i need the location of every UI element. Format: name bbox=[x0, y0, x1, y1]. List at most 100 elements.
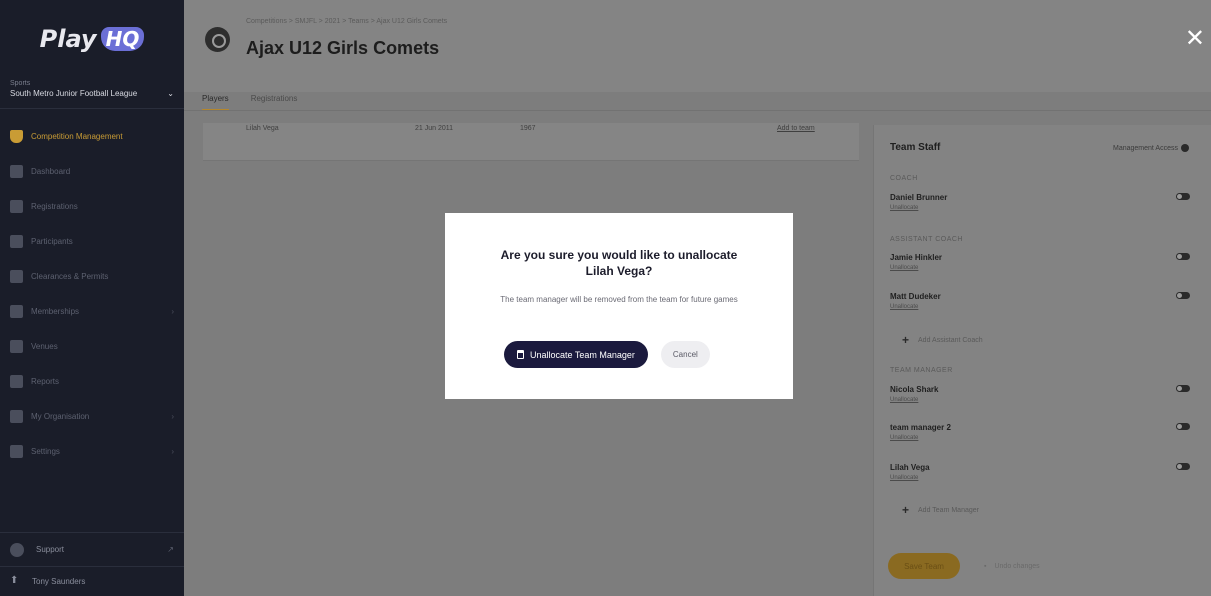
help-icon bbox=[10, 542, 24, 557]
add-assistant-coach-button[interactable]: + Add Assistant Coach bbox=[902, 333, 983, 347]
sidebar-item-my-organisation[interactable]: My Organisation › bbox=[0, 399, 184, 434]
unallocate-link[interactable]: Unallocate bbox=[890, 265, 1190, 271]
external-link-icon: ↗ bbox=[167, 545, 174, 554]
player-dob: 21 Jun 2011 bbox=[415, 125, 454, 132]
access-toggle[interactable] bbox=[1176, 423, 1190, 430]
support-label: Support bbox=[36, 545, 65, 554]
dialog-title-line1: Are you sure you would like to unallocat… bbox=[500, 248, 738, 262]
sidebar-item-registrations[interactable]: Registrations bbox=[0, 189, 184, 224]
sidebar-item-label: Participants bbox=[31, 237, 73, 246]
unallocate-link[interactable]: Unallocate bbox=[890, 205, 1190, 211]
sidebar-item-label: Clearances & Permits bbox=[31, 272, 109, 281]
user-menu[interactable]: ⬆ Tony Saunders bbox=[0, 566, 184, 596]
page-title: Ajax U12 Girls Comets bbox=[246, 38, 440, 58]
chevron-right-icon: › bbox=[171, 307, 174, 316]
chevron-right-icon: › bbox=[171, 447, 174, 456]
sidebar-item-participants[interactable]: Participants bbox=[0, 224, 184, 259]
org-label: Sports bbox=[10, 80, 31, 87]
staff-actions: Save Team ▪ Undo changes bbox=[888, 553, 1040, 579]
dashboard-icon bbox=[10, 165, 23, 178]
player-number: 1967 bbox=[520, 125, 536, 132]
sidebar-item-reports[interactable]: Reports bbox=[0, 364, 184, 399]
unallocate-link[interactable]: Unallocate bbox=[890, 304, 1190, 310]
unallocate-link[interactable]: Unallocate bbox=[890, 475, 1190, 481]
sidebar-footer: Support ↗ ⬆ Tony Saunders bbox=[0, 532, 184, 596]
staff-member: Nicola Shark Unallocate bbox=[890, 385, 1190, 403]
support-link[interactable]: Support ↗ bbox=[0, 532, 184, 566]
add-label: Add Team Manager bbox=[918, 506, 979, 514]
user-icon: ⬆ bbox=[10, 574, 19, 586]
sidebar-item-label: Memberships bbox=[31, 307, 80, 316]
table-row[interactable]: Lilah Vega 21 Jun 2011 1967 Add to team bbox=[203, 123, 859, 161]
sidebar-item-label: Settings bbox=[31, 447, 60, 456]
unallocate-team-manager-button[interactable]: Unallocate Team Manager bbox=[504, 341, 648, 368]
player-name: Lilah Vega bbox=[246, 125, 279, 132]
logo-text: Play bbox=[39, 25, 97, 53]
sidebar-item-clearances[interactable]: Clearances & Permits bbox=[0, 259, 184, 294]
registrations-icon bbox=[10, 200, 23, 213]
venue-icon bbox=[10, 340, 23, 353]
access-toggle[interactable] bbox=[1176, 385, 1190, 392]
membership-icon bbox=[10, 305, 23, 318]
playhq-logo[interactable]: Play HQ bbox=[0, 0, 184, 78]
staff-member: Daniel Brunner Unallocate bbox=[890, 193, 1190, 211]
confirm-unallocate-dialog: Are you sure you would like to unallocat… bbox=[445, 213, 793, 399]
staff-member: Jamie Hinkler Unallocate bbox=[890, 253, 1190, 271]
trophy-icon bbox=[10, 130, 23, 143]
management-label: Management Access bbox=[1113, 144, 1178, 152]
sidebar-item-label: Registrations bbox=[31, 202, 78, 211]
sidebar-item-settings[interactable]: Settings › bbox=[0, 434, 184, 469]
staff-title: Team Staff bbox=[890, 142, 941, 153]
access-toggle[interactable] bbox=[1176, 253, 1190, 260]
staff-name: team manager 2 bbox=[890, 423, 951, 432]
unallocate-link[interactable]: Unallocate bbox=[890, 397, 1190, 403]
save-team-button[interactable]: Save Team bbox=[888, 553, 960, 579]
trash-icon bbox=[517, 350, 524, 359]
staff-name: Daniel Brunner bbox=[890, 193, 948, 202]
tab-divider bbox=[184, 110, 1211, 111]
staff-name: Nicola Shark bbox=[890, 385, 939, 394]
logo-badge: HQ bbox=[100, 27, 145, 51]
sidebar-item-venues[interactable]: Venues bbox=[0, 329, 184, 364]
unallocate-link[interactable]: Unallocate bbox=[890, 435, 1190, 441]
trash-icon: ▪ bbox=[984, 562, 987, 570]
tab-registrations[interactable]: Registrations bbox=[251, 94, 298, 111]
staff-name: Jamie Hinkler bbox=[890, 253, 943, 262]
sidebar-item-competition-management[interactable]: Competition Management bbox=[0, 119, 184, 154]
staff-name: Lilah Vega bbox=[890, 463, 930, 472]
access-toggle[interactable] bbox=[1176, 292, 1190, 299]
breadcrumb[interactable]: Competitions > SMJFL > 2021 > Teams > Aj… bbox=[246, 18, 447, 25]
add-team-manager-button[interactable]: + Add Team Manager bbox=[902, 503, 979, 517]
access-toggle[interactable] bbox=[1176, 193, 1190, 200]
sidebar: Play HQ Sports South Metro Junior Footba… bbox=[0, 0, 184, 596]
organisation-icon bbox=[10, 410, 23, 423]
undo-label: Undo changes bbox=[994, 562, 1040, 570]
dialog-title: Are you sure you would like to unallocat… bbox=[445, 247, 793, 279]
sidebar-item-label: My Organisation bbox=[31, 412, 90, 421]
undo-changes-button[interactable]: ▪ Undo changes bbox=[984, 563, 1040, 570]
tab-players[interactable]: Players bbox=[202, 94, 229, 111]
sidebar-item-memberships[interactable]: Memberships › bbox=[0, 294, 184, 329]
settings-icon bbox=[10, 445, 23, 458]
role-heading-team-manager: TEAM MANAGER bbox=[890, 367, 953, 374]
info-icon bbox=[1181, 144, 1189, 152]
transfer-icon bbox=[10, 270, 23, 283]
sidebar-item-dashboard[interactable]: Dashboard bbox=[0, 154, 184, 189]
cancel-button[interactable]: Cancel bbox=[660, 341, 710, 368]
chevron-down-icon: ⌄ bbox=[167, 89, 174, 98]
access-toggle[interactable] bbox=[1176, 463, 1190, 470]
add-to-team-link[interactable]: Add to team bbox=[777, 125, 815, 132]
staff-member: team manager 2 Unallocate bbox=[890, 423, 1190, 441]
plus-icon: + bbox=[902, 503, 910, 517]
team-staff-panel: Team Staff Management Access COACH Danie… bbox=[873, 125, 1211, 596]
sidebar-nav: Competition Management Dashboard Registr… bbox=[0, 119, 184, 469]
management-access[interactable]: Management Access bbox=[1113, 144, 1189, 152]
team-logo bbox=[205, 27, 230, 52]
add-label: Add Assistant Coach bbox=[918, 336, 983, 344]
plus-icon: + bbox=[902, 333, 910, 347]
close-icon[interactable]: ✕ bbox=[1185, 24, 1205, 52]
tab-bar: Players Registrations bbox=[202, 94, 297, 111]
participants-icon bbox=[10, 235, 23, 248]
staff-name: Matt Dudeker bbox=[890, 292, 941, 301]
organisation-selector[interactable]: Sports South Metro Junior Football Leagu… bbox=[0, 78, 184, 109]
